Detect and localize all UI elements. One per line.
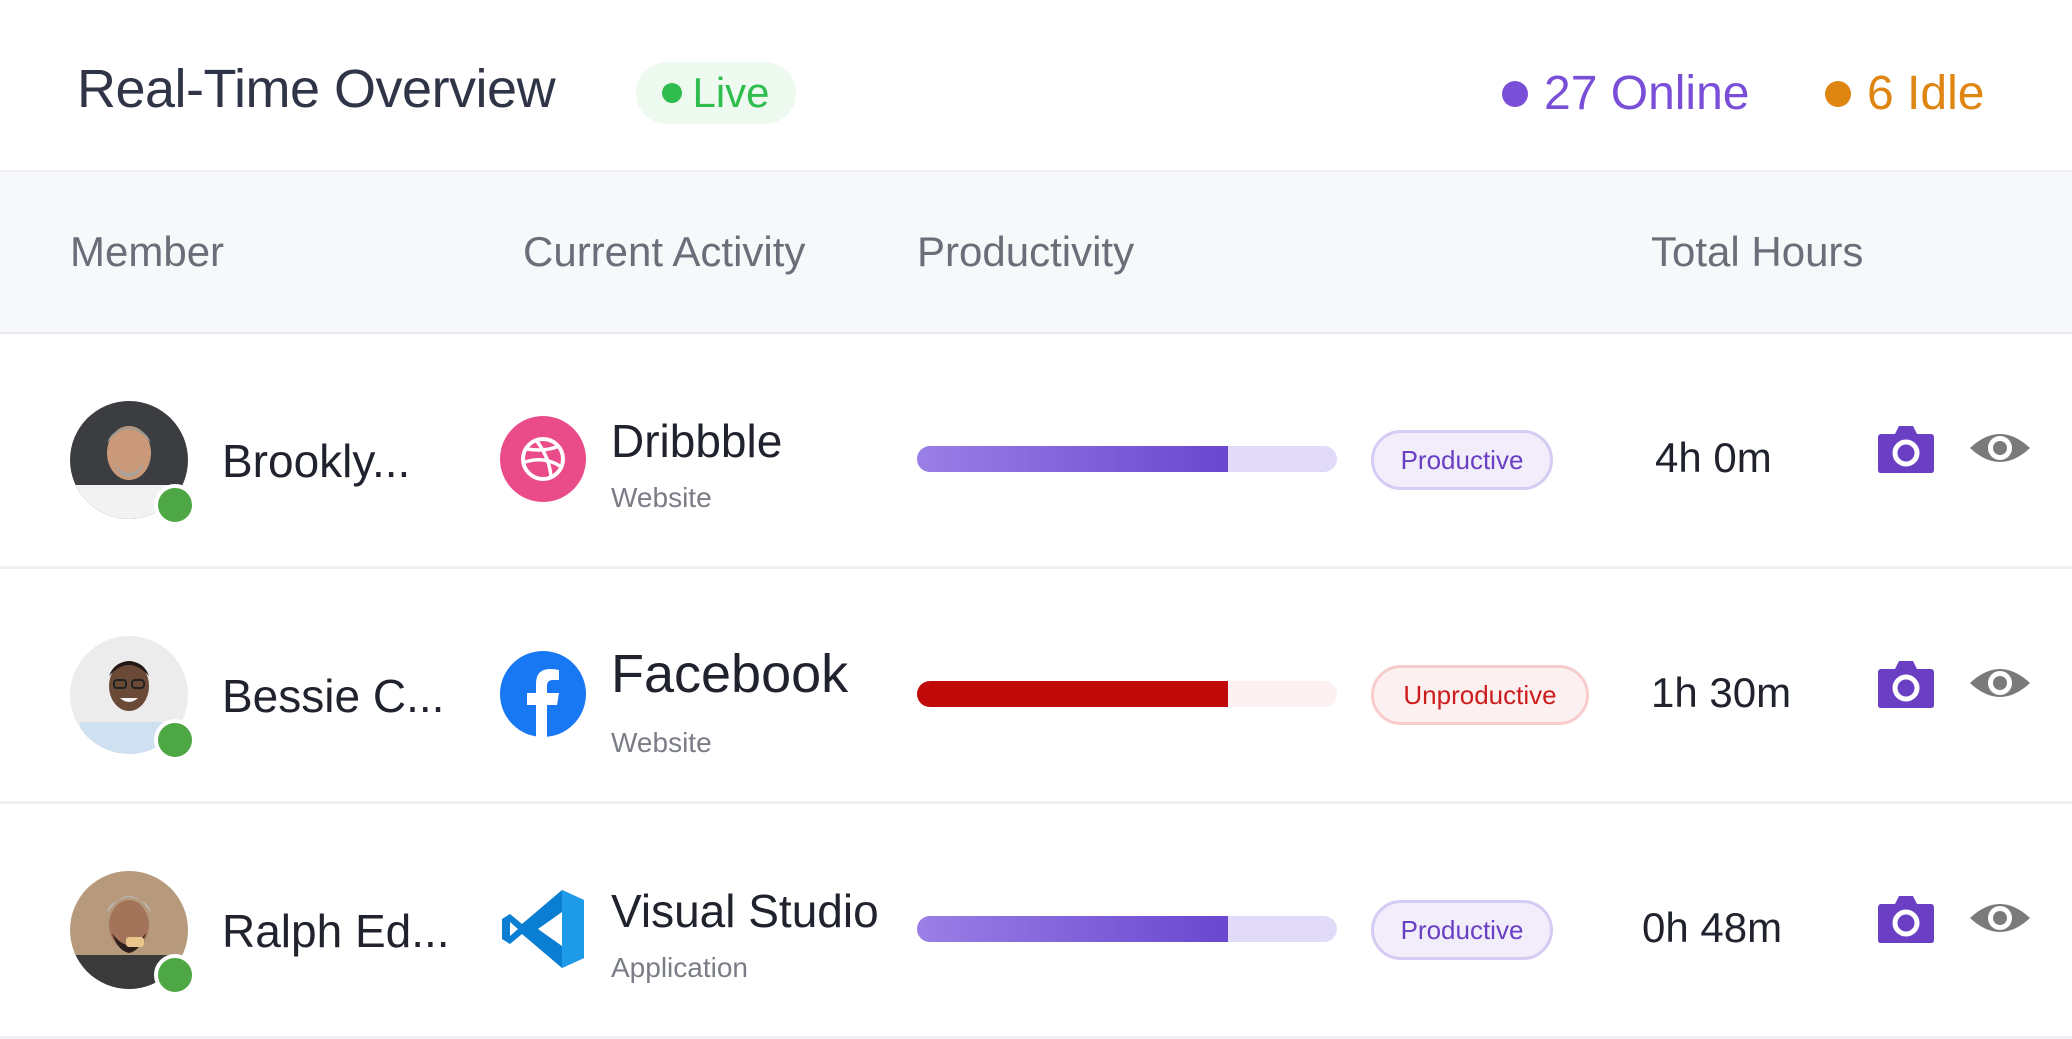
column-header-member: Member: [70, 228, 225, 275]
online-status-dot: [154, 719, 196, 761]
activity-name: Dribbble: [611, 415, 783, 467]
member-name[interactable]: Brookly...: [222, 434, 410, 488]
online-count: 27 Online: [1502, 66, 1749, 121]
column-header-productivity: Productivity: [917, 228, 1135, 275]
table-row[interactable]: Ralph Ed... Visual Studio Application Pr…: [0, 804, 2072, 1039]
live-badge: Live: [636, 62, 796, 124]
idle-dot-icon: [1825, 80, 1851, 107]
live-label: Live: [692, 69, 770, 116]
camera-icon[interactable]: [1877, 422, 1935, 474]
page-title: Real-Time Overview: [77, 59, 556, 119]
online-label: 27 Online: [1544, 67, 1750, 120]
productivity-bar: [917, 446, 1337, 472]
activity-type: Website: [611, 482, 712, 513]
table-row[interactable]: Brookly... Dribbble Website Productive 4…: [0, 334, 2072, 569]
status-badge: Productive: [1371, 430, 1553, 490]
online-dot-icon: [1502, 80, 1528, 107]
activity-name: Facebook: [611, 644, 849, 704]
dribbble-icon: [500, 416, 586, 502]
productivity-bar-fill: [917, 446, 1228, 472]
visual-studio-icon: [500, 886, 586, 972]
idle-label: 6 Idle: [1867, 67, 1985, 120]
activity-type: Application: [611, 952, 748, 983]
total-hours: 0h 48m: [1642, 904, 1783, 951]
productivity-bar: [917, 916, 1337, 942]
productivity-bar: [917, 681, 1337, 707]
table-header: Member Current Activity Productivity Tot…: [0, 172, 2072, 334]
total-hours: 4h 0m: [1655, 434, 1772, 481]
status-badge: Unproductive: [1371, 665, 1589, 725]
eye-icon[interactable]: [1968, 896, 2032, 940]
online-status-dot: [154, 484, 196, 526]
facebook-icon: [500, 651, 586, 737]
column-header-activity: Current Activity: [523, 228, 806, 275]
overview-header: Real-Time Overview Live 27 Online 6 Idle: [0, 0, 2072, 172]
live-dot-icon: [662, 83, 683, 103]
camera-icon[interactable]: [1877, 892, 1935, 944]
online-status-dot: [154, 954, 196, 996]
column-header-hours: Total Hours: [1651, 228, 1864, 275]
camera-icon[interactable]: [1877, 657, 1935, 709]
productivity-bar-fill: [917, 916, 1228, 942]
eye-icon[interactable]: [1968, 426, 2032, 470]
activity-type: Website: [611, 727, 712, 758]
table-row[interactable]: Bessie C... Facebook Website Unproductiv…: [0, 569, 2072, 804]
eye-icon[interactable]: [1968, 661, 2032, 705]
activity-name: Visual Studio: [611, 885, 879, 937]
member-name[interactable]: Bessie C...: [222, 669, 444, 723]
member-name[interactable]: Ralph Ed...: [222, 904, 450, 958]
status-badge: Productive: [1371, 900, 1553, 960]
productivity-bar-fill: [917, 681, 1228, 707]
idle-count: 6 Idle: [1825, 66, 1984, 121]
total-hours: 1h 30m: [1651, 669, 1792, 716]
